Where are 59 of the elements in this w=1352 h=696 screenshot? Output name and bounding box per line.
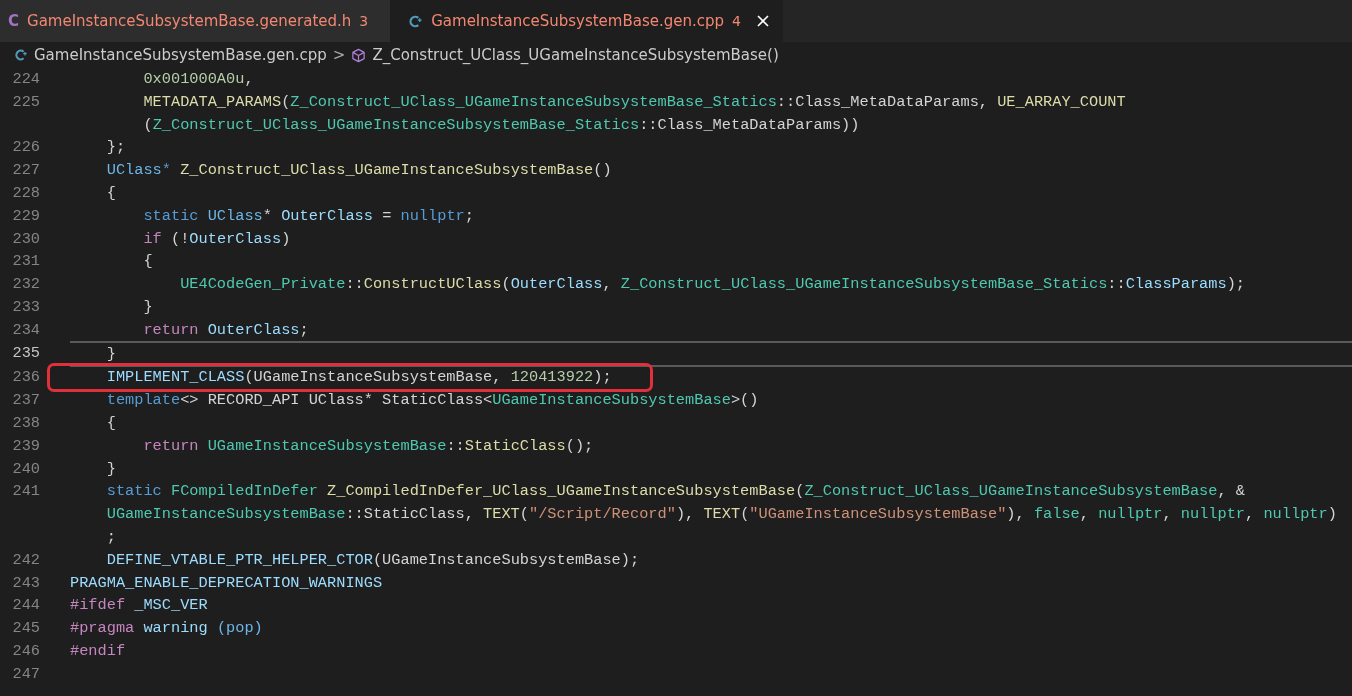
line-number: 225: [11, 91, 40, 113]
breadcrumb-symbol[interactable]: Z_Construct_UClass_UGameInstanceSubsystemBase(): [372, 46, 779, 64]
code-line: return UGameInstanceSubsystemBase::StaticClass();: [142, 435, 594, 457]
line-number: 241: [11, 481, 40, 503]
line-number: 238: [11, 412, 40, 434]
code-line: }: [105, 458, 116, 480]
code-line: UE4CodeGen_Private::ConstructUClass(OuterClass, Z_Construct_UClass_UGameInstanceSubsystemBase_Statics::ClassParams);: [179, 274, 1246, 296]
line-number: 245: [11, 618, 40, 640]
code-line: if (!OuterClass): [142, 228, 291, 250]
line-number: 235: [11, 342, 40, 364]
code-line: #endif: [70, 640, 126, 662]
line-number: 230: [11, 228, 40, 250]
code-line: template<> RECORD_API UClass* StaticClass<UGameInstanceSubsystemBase>(): [105, 390, 759, 412]
line-number: 242: [11, 549, 40, 571]
close-icon[interactable]: [757, 15, 769, 27]
code-line: static UClass* OuterClass = nullptr;: [142, 205, 474, 227]
line-number: 232: [11, 274, 40, 296]
file-tab[interactable]: C GameInstanceSubsystemBase.generated.h 3: [0, 0, 391, 42]
code-line: METADATA_PARAMS(Z_Construct_UClass_UGameInstanceSubsystemBase_Statics::Class_MetaDataParams, UE_ARRAY_COUNT: [142, 91, 1126, 113]
line-number: 239: [11, 435, 40, 457]
code-line: #ifdef _MSC_VER: [70, 595, 208, 617]
line-number: 228: [11, 183, 40, 204]
code-line: DEFINE_VTABLE_PTR_HELPER_CTOR(UGameInstanceSubsystemBase);: [105, 549, 640, 571]
line-number: 231: [11, 251, 40, 273]
code-line: UClass* Z_Construct_UClass_UGameInstanceSubsystemBase(): [105, 160, 612, 182]
line-number: 233: [11, 296, 40, 318]
code-line: }: [142, 296, 153, 318]
line-number: 247: [11, 663, 40, 685]
code-line: };: [105, 137, 126, 159]
breadcrumb-separator: >: [332, 46, 346, 64]
cube-icon: [351, 47, 367, 63]
code-line: #pragma warning (pop): [70, 618, 263, 640]
code-line: {: [105, 183, 116, 204]
code-line: PRAGMA_ENABLE_DEPRECATION_WARNINGS: [70, 572, 383, 594]
code-line: (Z_Construct_UClass_UGameInstanceSubsystemBase_Statics::Class_MetaDataParams)): [142, 114, 860, 136]
code-line: {: [142, 251, 153, 273]
code-line: 0x001000A0u,: [142, 69, 254, 90]
cpp-file-icon: [14, 48, 28, 62]
code-line: IMPLEMENT_CLASS(UGameInstanceSubsystemBase, 120413922);: [50, 366, 650, 390]
code-line: return OuterClass;: [142, 319, 309, 341]
code-line: ;: [105, 526, 116, 548]
line-number: 236: [11, 367, 40, 389]
line-number: 243: [11, 572, 40, 594]
line-number: 229: [11, 205, 40, 227]
line-number: 246: [11, 640, 40, 662]
file-tab[interactable]: GameInstanceSubsystemBase.gen.cpp 4: [390, 0, 783, 42]
code-line: }: [105, 343, 116, 365]
line-number: 244: [11, 595, 40, 617]
code-line: UGameInstanceSubsystemBase::StaticClass, TEXT("/Script/Record"), TEXT("UGameInstanceSubsystemBase"), false, nullptr, nullptr, nullptr): [105, 504, 1337, 526]
code-line: {: [105, 412, 116, 434]
line-number: 224: [11, 69, 40, 90]
line-number: 226: [11, 137, 40, 159]
code-line: static FCompiledInDefer Z_CompiledInDefer_UClass_UGameInstanceSubsystemBase(Z_Construct_UClass_UGameInstanceSubsystemBase, &: [105, 481, 1246, 503]
line-number: 240: [11, 458, 40, 480]
breadcrumb-file[interactable]: GameInstanceSubsystemBase.gen.cpp: [34, 46, 327, 64]
line-number: 237: [11, 390, 40, 412]
line-number: 234: [11, 319, 40, 341]
line-number: 227: [11, 160, 40, 182]
cpp-file-icon: [408, 13, 424, 29]
